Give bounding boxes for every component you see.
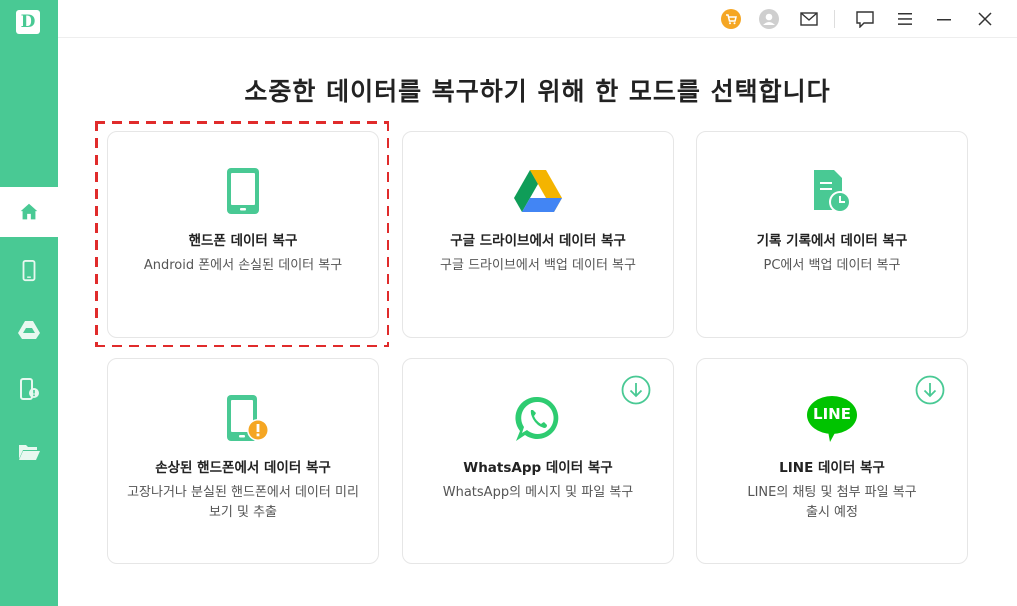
card-title: 기록 기록에서 데이터 복구 [756,233,908,249]
card-broken-phone-recovery[interactable]: 손상된 핸드폰에서 데이터 복구 고장나거나 분실된 핸드폰에서 데이터 미리 … [107,358,379,564]
cart-icon [721,9,741,29]
close-button[interactable] [974,8,996,30]
whatsapp-icon [515,396,559,441]
card-description: PC에서 백업 데이터 복구 [763,258,901,273]
line-logo-text: LINE [813,405,851,423]
close-icon [978,12,992,26]
account-icon [759,9,779,29]
minimize-icon [937,19,951,21]
line-icon: LINE [806,395,858,443]
download-button[interactable] [915,375,945,405]
card-icon-wrap [227,168,259,214]
minimize-button[interactable] [933,8,955,30]
card-title: 핸드폰 데이터 복구 [188,233,298,249]
cart-button[interactable] [720,8,742,30]
download-icon [915,375,945,405]
broken-phone-icon [227,395,269,441]
card-title: 손상된 핸드폰에서 데이터 복구 [155,460,331,476]
card-description: 고장나거나 분실된 핸드폰에서 데이터 미리 보기 및 추출 [127,485,359,520]
sidebar: D [0,0,58,606]
sidebar-item-broken-phone[interactable] [0,364,58,414]
mail-icon [800,12,818,26]
google-drive-icon [514,170,562,212]
title-bar [58,0,1017,38]
card-title: LINE 데이터 복구 [779,460,885,476]
phone-history-icon [20,378,39,400]
card-whatsapp-recovery[interactable]: WhatsApp 데이터 복구 WhatsApp의 메시지 및 파일 복구 [402,358,674,564]
account-button[interactable] [758,8,780,30]
phone-icon [22,259,36,282]
card-description: LINE의 채팅 및 첨부 파일 복구 출시 예정 [747,485,917,520]
card-description: 구글 드라이브에서 백업 데이터 복구 [440,258,636,273]
folder-icon [19,445,40,460]
app-logo: D [16,10,43,37]
card-icon-wrap [812,170,852,214]
download-icon [621,375,651,405]
card-title: 구글 드라이브에서 데이터 복구 [450,233,626,249]
sidebar-item-phone[interactable] [0,246,58,296]
phone-icon [227,168,259,214]
card-line-recovery[interactable]: LINE LINE 데이터 복구 LINE의 채팅 및 첨부 파일 복구 출시 … [696,358,968,564]
card-title: WhatsApp 데이터 복구 [463,460,613,476]
document-clock-icon [814,170,851,213]
sidebar-item-google-drive[interactable] [0,305,58,355]
card-icon-wrap [514,170,562,212]
mail-button[interactable] [798,8,820,30]
card-phone-recovery[interactable]: 핸드폰 데이터 복구 Android 폰에서 손실된 데이터 복구 [107,131,379,338]
menu-icon [898,13,912,25]
card-icon-wrap: LINE [806,395,858,443]
card-google-drive-recovery[interactable]: 구글 드라이브에서 데이터 복구 구글 드라이브에서 백업 데이터 복구 [402,131,674,338]
home-icon [20,203,38,220]
card-icon-wrap [227,395,271,443]
card-description: Android 폰에서 손실된 데이터 복구 [143,258,343,273]
toolbar-divider [834,10,835,28]
download-button[interactable] [621,375,651,405]
card-icon-wrap [514,395,562,443]
menu-button[interactable] [894,8,916,30]
google-drive-icon [18,321,40,339]
feedback-icon [856,10,874,28]
sidebar-item-folder[interactable] [0,427,58,477]
page-title: 소중한 데이터를 복구하기 위해 한 모드를 선택합니다 [244,77,831,106]
sidebar-item-home[interactable] [0,187,58,237]
feedback-button[interactable] [854,8,876,30]
card-backup-recovery[interactable]: 기록 기록에서 데이터 복구 PC에서 백업 데이터 복구 [696,131,968,338]
card-description: WhatsApp의 메시지 및 파일 복구 [442,485,634,500]
